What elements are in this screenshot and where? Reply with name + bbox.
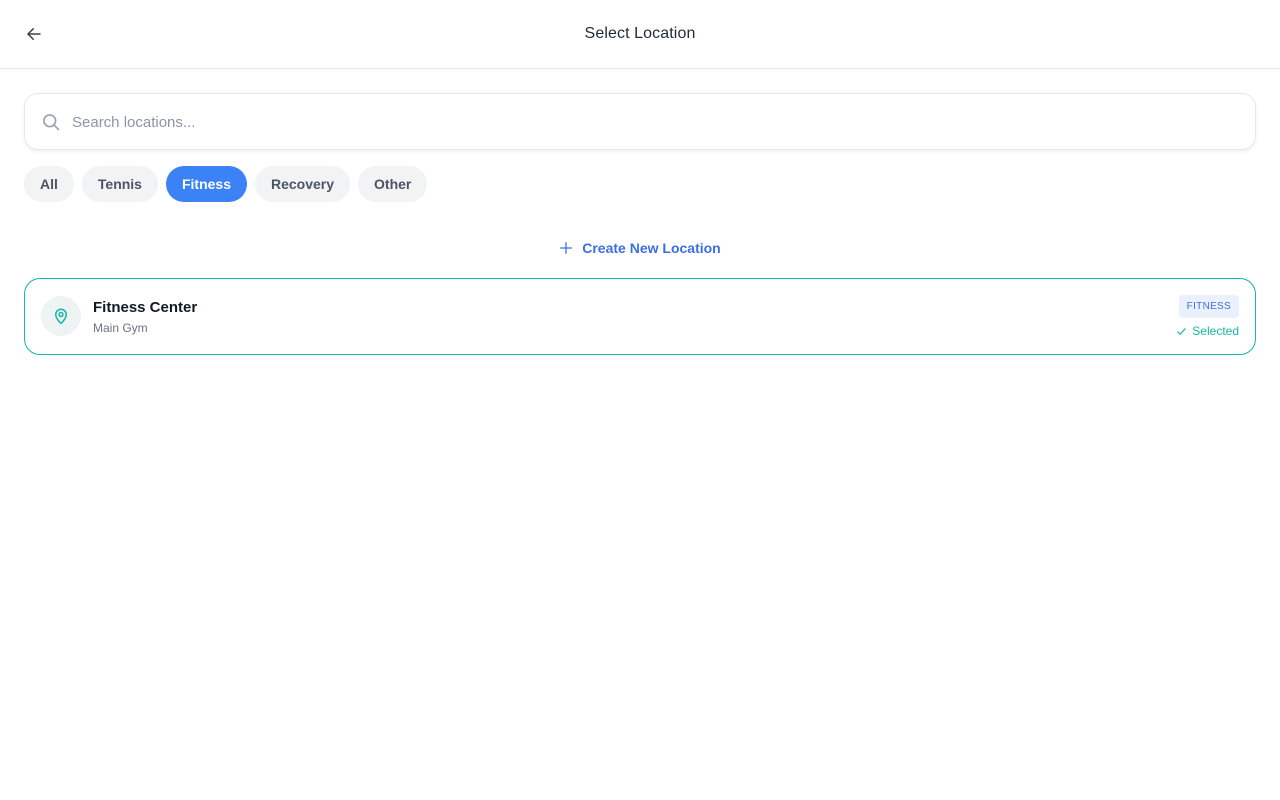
app-header: Select Location xyxy=(0,0,1280,69)
page-title: Select Location xyxy=(584,25,696,42)
create-new-location-label: Create New Location xyxy=(582,240,721,256)
category-tag: FITNESS xyxy=(1178,295,1239,318)
map-pin-icon xyxy=(55,308,67,325)
filter-chip-recovery[interactable]: Recovery xyxy=(254,166,351,202)
location-name: Fitness Center xyxy=(93,299,198,316)
location-subtitle: Main Gym xyxy=(93,321,148,335)
search-bar[interactable] xyxy=(24,93,1256,150)
arrow-left-icon xyxy=(27,28,41,40)
selected-status-label: Selected xyxy=(1192,324,1239,338)
create-new-location-button[interactable]: Create New Location xyxy=(559,240,721,256)
location-icon-circle xyxy=(41,296,81,336)
search-icon xyxy=(41,112,61,132)
check-icon xyxy=(1177,327,1187,335)
selected-status: Selected xyxy=(1176,324,1239,338)
filter-chip-all[interactable]: All xyxy=(24,166,74,202)
plus-icon xyxy=(560,242,573,254)
filter-chip-fitness[interactable]: Fitness xyxy=(165,166,247,202)
back-button[interactable] xyxy=(18,18,50,50)
filter-chip-tennis[interactable]: Tennis xyxy=(81,166,158,202)
location-card-fitness-center[interactable]: Fitness Center Main Gym FITNESS Selected xyxy=(24,278,1256,355)
create-location-row: Create New Location xyxy=(0,236,1280,260)
search-input[interactable] xyxy=(72,106,1232,138)
category-filters: All Tennis Fitness Recovery Other xyxy=(24,166,428,202)
filter-chip-other[interactable]: Other xyxy=(358,166,428,202)
